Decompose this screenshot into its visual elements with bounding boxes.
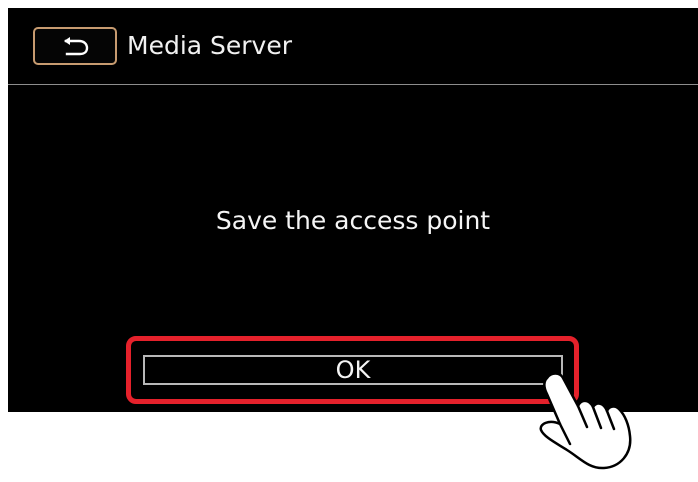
- back-arrow-icon: [64, 37, 89, 56]
- media-server-screen: Media Server Save the access point OK: [8, 8, 698, 412]
- ok-button[interactable]: OK: [143, 355, 563, 385]
- camera-menu-illustration: Media Server Save the access point OK: [0, 0, 698, 482]
- hand-pointer-icon: [539, 372, 632, 470]
- back-button[interactable]: [33, 27, 117, 65]
- page-title: Media Server: [127, 31, 293, 60]
- confirmation-message: Save the access point: [215, 206, 491, 235]
- title-bar: Media Server: [8, 8, 698, 85]
- ok-button-highlight: OK: [126, 336, 579, 404]
